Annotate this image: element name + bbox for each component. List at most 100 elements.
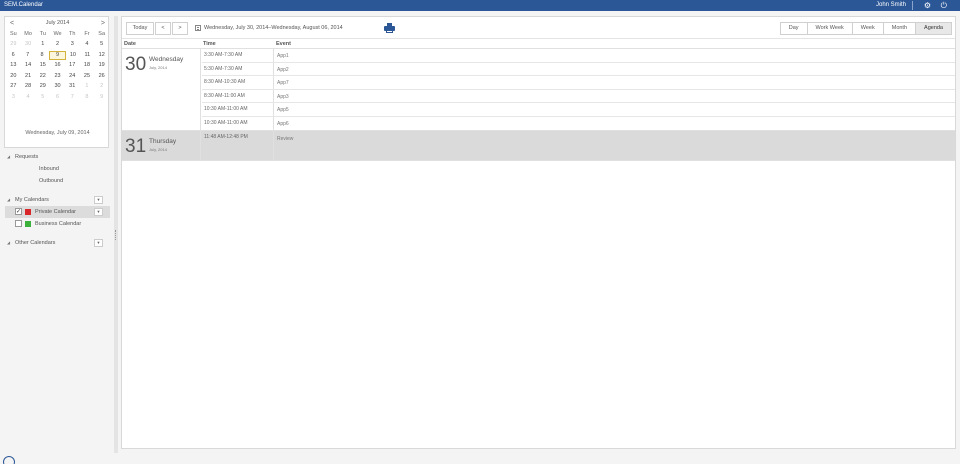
chevron-down-icon[interactable]: ▼ [94,208,103,216]
day-cell[interactable]: 5 [35,93,50,102]
day-name: Wednesday [149,56,184,63]
day-cell[interactable]: 25 [80,72,95,81]
event-name[interactable]: App5 [277,107,289,113]
day-cell[interactable]: 8 [80,93,95,102]
day-cell[interactable]: 18 [80,61,95,70]
event-name[interactable]: App3 [277,94,289,100]
agenda-event-row[interactable]: 10:30 AM-11:00 AM App6 [202,116,955,130]
event-name[interactable]: App7 [277,80,289,86]
event-name[interactable]: App2 [277,67,289,73]
day-cell[interactable]: 11 [80,51,94,60]
day-cell[interactable]: 1 [80,82,95,91]
other-calendars-tree: ◢ Other Calendars ▼ [5,237,110,249]
agenda-date-cell[interactable]: 31 Thursday July, 2014 [122,131,201,160]
day-cell[interactable]: 15 [35,61,50,70]
day-cell[interactable]: 14 [21,61,36,70]
day-cell[interactable]: 30 [50,82,65,91]
day-cell[interactable]: 22 [35,72,50,81]
day-cell[interactable]: 10 [66,51,80,60]
agenda-day-group: 30 Wednesday July, 2014 3:30 AM-7:30 AM App1… [122,49,955,131]
calendar-name: Business Calendar [35,221,82,227]
day-cell[interactable]: 3 [6,93,21,102]
requests-node[interactable]: ◢ Requests [5,151,110,163]
day-cell[interactable]: 5 [94,40,109,49]
day-cell[interactable]: 21 [21,72,36,81]
agenda-event-row[interactable]: 10:30 AM-11:00 AM App5 [202,103,955,117]
chevron-down-icon[interactable]: ▼ [94,239,103,247]
agenda-event-row[interactable]: 5:30 AM-7:30 AM App2 [202,62,955,76]
day-cell[interactable]: 20 [6,72,21,81]
other-calendars-node[interactable]: ◢ Other Calendars ▼ [5,237,110,249]
day-cell[interactable]: 2 [94,82,109,91]
view-button-work-week[interactable]: Work Week [806,23,852,34]
day-cell[interactable]: 3 [65,40,80,49]
view-button-day[interactable]: Day [780,23,807,34]
calendar-item-business[interactable]: Business Calendar [5,218,110,230]
calendar-color-swatch [25,209,31,215]
day-cell[interactable]: 7 [20,51,34,60]
day-cell[interactable]: 13 [6,61,21,70]
agenda-event-row[interactable]: 8:30 AM-10:30 AM App7 [202,76,955,90]
expand-arrow-icon[interactable]: ◢ [7,237,10,249]
agenda-event-row[interactable]: 8:30 AM-11:00 AM App3 [202,89,955,103]
next-button[interactable]: > [172,22,188,35]
prev-button[interactable]: < [155,22,171,35]
day-cell[interactable]: 17 [65,61,80,70]
agenda-date-cell[interactable]: 30 Wednesday July, 2014 [122,49,201,130]
today-button[interactable]: Today [126,22,154,35]
tree-item-outbound[interactable]: Outbound [5,175,110,187]
day-cell[interactable]: 27 [6,82,21,91]
agenda-event-row[interactable]: 11:48 AM-12:48 PM Review [202,131,955,160]
next-month-button[interactable]: > [101,20,105,27]
day-cell[interactable]: 26 [94,72,109,81]
event-name[interactable]: App1 [277,53,289,59]
expand-arrow-icon[interactable]: ◢ [7,151,10,163]
day-cell[interactable]: 2 [50,40,65,49]
day-cell[interactable]: 8 [35,51,49,60]
event-name[interactable]: App6 [277,121,289,127]
day-cell[interactable]: 19 [94,61,109,70]
day-cell[interactable]: 31 [65,82,80,91]
printer-icon[interactable] [384,23,395,33]
app-title[interactable]: SEM.Calendar [4,2,43,8]
calendar-checkbox[interactable] [15,220,22,227]
day-cell[interactable]: 7 [65,93,80,102]
day-cell[interactable]: 29 [35,82,50,91]
day-cell[interactable]: 9 [94,93,109,102]
view-button-agenda[interactable]: Agenda [915,23,951,34]
tree-item-inbound[interactable]: Inbound [5,163,110,175]
chevron-down-icon[interactable]: ▼ [94,196,103,204]
my-calendars-node[interactable]: ◢ My Calendars ▼ [5,194,110,206]
agenda-event-row[interactable]: 3:30 AM-7:30 AM App1 [202,49,955,63]
day-cell[interactable]: 23 [50,72,65,81]
day-number: 30 [125,54,147,75]
day-cell[interactable]: 24 [65,72,80,81]
day-cell[interactable]: 30 [21,40,36,49]
gear-icon[interactable]: ⚙ [924,1,931,10]
calendar-item-private[interactable]: ✓ Private Calendar ▼ [5,206,110,218]
day-cell[interactable]: 28 [21,82,36,91]
power-icon[interactable]: ⏻ [941,1,947,10]
day-cell[interactable]: 9 [49,50,66,60]
day-cell[interactable]: 1 [35,40,50,49]
column-divider [273,116,274,130]
day-cell[interactable]: 6 [50,93,65,102]
column-divider [273,103,274,116]
view-button-week[interactable]: Week [851,23,883,34]
day-cell[interactable]: 12 [95,51,109,60]
selected-date-label[interactable]: Wednesday, July 09, 2014 [5,130,110,136]
event-name[interactable]: Review [277,136,293,142]
sidebar-splitter[interactable] [114,16,118,453]
day-cell[interactable]: 4 [21,93,36,102]
day-cell[interactable]: 29 [6,40,21,49]
user-name[interactable]: John Smith [876,2,906,8]
splitter-grip[interactable] [115,230,117,240]
expand-arrow-icon[interactable]: ◢ [7,194,10,206]
day-cell[interactable]: 6 [6,51,20,60]
day-cell[interactable]: 16 [50,61,65,70]
view-button-month[interactable]: Month [882,23,916,34]
month-label[interactable]: July 2014 [5,20,110,26]
calendar-icon[interactable] [195,25,201,31]
calendar-checkbox[interactable]: ✓ [15,208,22,215]
day-cell[interactable]: 4 [80,40,95,49]
